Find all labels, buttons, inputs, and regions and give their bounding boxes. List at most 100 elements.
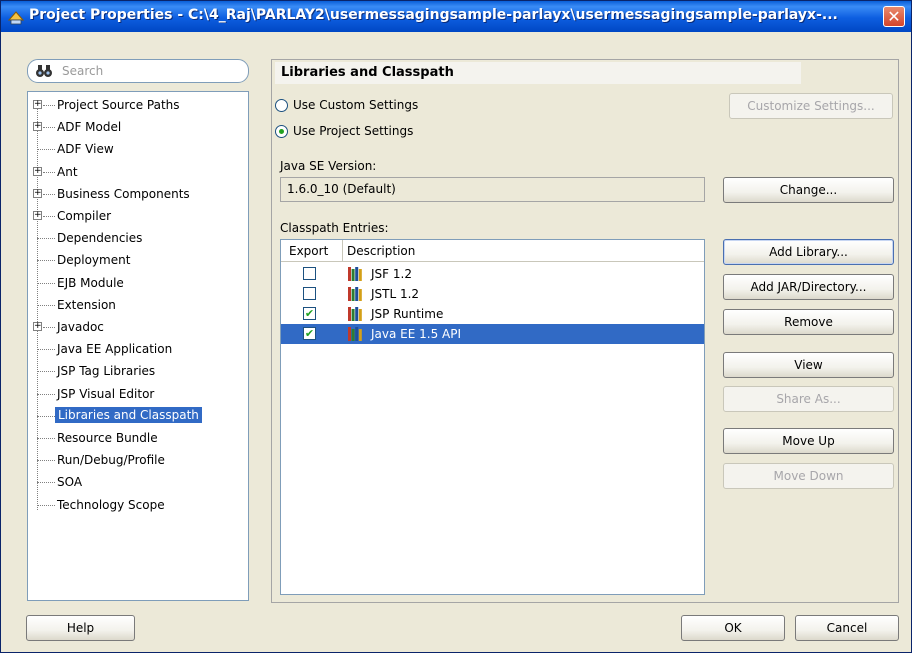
tree-item-label: Java EE Application	[57, 342, 173, 357]
tree-item[interactable]: Libraries and Classpath	[28, 406, 248, 426]
tree-item[interactable]: JSP Tag Libraries	[28, 361, 248, 381]
tree-branch-line	[43, 193, 55, 195]
tree-item-label: JSP Tag Libraries	[57, 364, 156, 379]
tree-branch-line	[37, 304, 55, 306]
tree-branch-line	[43, 216, 55, 217]
export-checkbox[interactable]: ✔	[303, 327, 316, 340]
settings-tree: + Project Source Paths + ADF Model ADF View +…	[27, 91, 249, 601]
tree-item[interactable]: + Project Source Paths	[28, 95, 248, 115]
library-books-icon	[348, 267, 362, 281]
ok-button[interactable]: OK	[681, 615, 785, 641]
tree-item[interactable]: Technology Scope	[28, 495, 248, 515]
tree-branch-line	[43, 127, 55, 129]
tree-branch-line	[37, 460, 55, 462]
help-button[interactable]: Help	[26, 615, 135, 641]
library-books-icon	[348, 287, 362, 301]
view-button[interactable]: View	[723, 352, 894, 378]
library-description: Java EE 1.5 API	[371, 327, 462, 341]
tree-item-label: Compiler	[57, 209, 112, 223]
share-as-button[interactable]: Share As...	[723, 386, 894, 412]
close-icon: ✕	[887, 6, 901, 26]
tree-item-label: Technology Scope	[57, 497, 165, 512]
tree-item[interactable]: Extension	[28, 295, 248, 315]
tree-item[interactable]: + Compiler	[28, 206, 248, 226]
library-description: JSF 1.2	[371, 267, 412, 281]
column-header-description[interactable]: Description	[347, 244, 415, 258]
tree-item[interactable]: + Ant	[28, 162, 248, 182]
tree-branch-line	[43, 327, 55, 328]
tree-item[interactable]: + ADF Model	[28, 117, 248, 137]
tree-branch-line	[37, 371, 55, 373]
change-button[interactable]: Change...	[723, 177, 894, 203]
cancel-button[interactable]: Cancel	[795, 615, 899, 641]
title-bar[interactable]: Project Properties - C:\4_Raj\PARLAY2\us…	[1, 1, 911, 32]
expand-plus-icon[interactable]: +	[33, 122, 42, 132]
tree-item-label: SOA	[57, 475, 83, 490]
tree-item[interactable]: Resource Bundle	[28, 428, 248, 448]
tree-branch-line	[37, 415, 55, 417]
tree-item-label: Project Source Paths	[57, 98, 180, 112]
section-title: Libraries and Classpath	[281, 65, 454, 80]
search-input[interactable]: Search	[27, 59, 249, 83]
tree-item[interactable]: + Javadoc	[28, 317, 248, 337]
tree-branch-line	[37, 438, 55, 439]
tree-item[interactable]: Deployment	[28, 250, 248, 270]
export-checkbox[interactable]	[303, 267, 316, 280]
tree-item[interactable]: EJB Module	[28, 273, 248, 293]
tree-item-label: Dependencies	[57, 231, 143, 246]
tree-item-label: Deployment	[57, 253, 131, 268]
tree-item[interactable]: Run/Debug/Profile	[28, 450, 248, 470]
tree-item[interactable]: ADF View	[28, 139, 248, 159]
use-project-settings-radio[interactable]: Use Project Settings	[275, 124, 413, 138]
library-description: JSTL 1.2	[371, 287, 420, 301]
close-window-button[interactable]: ✕	[883, 6, 905, 27]
library-books-icon	[348, 307, 362, 321]
expand-plus-icon[interactable]: +	[33, 166, 42, 176]
library-description: JSP Runtime	[371, 307, 444, 321]
expand-plus-icon[interactable]: +	[33, 322, 42, 331]
expand-plus-icon[interactable]: +	[33, 188, 42, 198]
tree-item-label: Business Components	[57, 186, 190, 201]
java-se-version-label: Java SE Version:	[280, 159, 377, 173]
table-row[interactable]: JSF 1.2	[281, 264, 704, 284]
tree-item-label: EJB Module	[57, 275, 124, 290]
tree-branch-line	[37, 482, 55, 484]
library-books-icon	[348, 327, 362, 341]
use-custom-settings-radio[interactable]: Use Custom Settings	[275, 98, 418, 112]
tree-item[interactable]: + Business Components	[28, 184, 248, 204]
radio-button-on[interactable]	[275, 124, 288, 138]
table-row[interactable]: JSTL 1.2	[281, 284, 704, 304]
tree-item[interactable]: JSP Visual Editor	[28, 384, 248, 404]
jdeveloper-app-icon	[7, 11, 25, 25]
radio-button-off[interactable]	[275, 98, 288, 112]
move-up-button[interactable]: Move Up	[723, 428, 894, 454]
tree-branch-line	[37, 149, 55, 151]
tree-item-label: JSP Visual Editor	[57, 386, 155, 401]
column-header-export[interactable]: Export	[289, 244, 328, 258]
table-row[interactable]: ✔ JSP Runtime	[281, 304, 704, 324]
remove-button[interactable]: Remove	[723, 309, 894, 335]
tree-branch-line	[37, 238, 55, 240]
tree-item[interactable]: Dependencies	[28, 228, 248, 248]
use-project-settings-label: Use Project Settings	[293, 124, 414, 138]
binoculars-icon	[36, 65, 52, 77]
tree-item-label: Resource Bundle	[57, 431, 158, 445]
export-checkbox[interactable]: ✔	[303, 307, 316, 320]
tree-item[interactable]: SOA	[28, 472, 248, 492]
tree-branch-line	[37, 393, 55, 395]
table-row[interactable]: ✔ Java EE 1.5 API	[281, 324, 704, 344]
tree-branch-line	[37, 504, 55, 506]
expand-plus-icon[interactable]: +	[33, 211, 42, 220]
customize-settings-button[interactable]: Customize Settings...	[729, 93, 893, 119]
tree-branch-line	[43, 105, 55, 106]
tree-branch-line	[43, 171, 55, 173]
tree-item[interactable]: Java EE Application	[28, 339, 248, 359]
classpath-entries-table[interactable]: Export Description JSF 1.2 JSTL 1.2 ✔ JSP R…	[280, 239, 705, 595]
window-title: Project Properties - C:\4_Raj\PARLAY2\us…	[29, 7, 838, 23]
move-down-button[interactable]: Move Down	[723, 463, 894, 489]
add-library-button[interactable]: Add Library...	[723, 239, 894, 265]
search-placeholder: Search	[62, 64, 104, 78]
add-jar-directory-button[interactable]: Add JAR/Directory...	[723, 274, 894, 300]
expand-plus-icon[interactable]: +	[33, 100, 42, 109]
export-checkbox[interactable]	[303, 287, 316, 300]
